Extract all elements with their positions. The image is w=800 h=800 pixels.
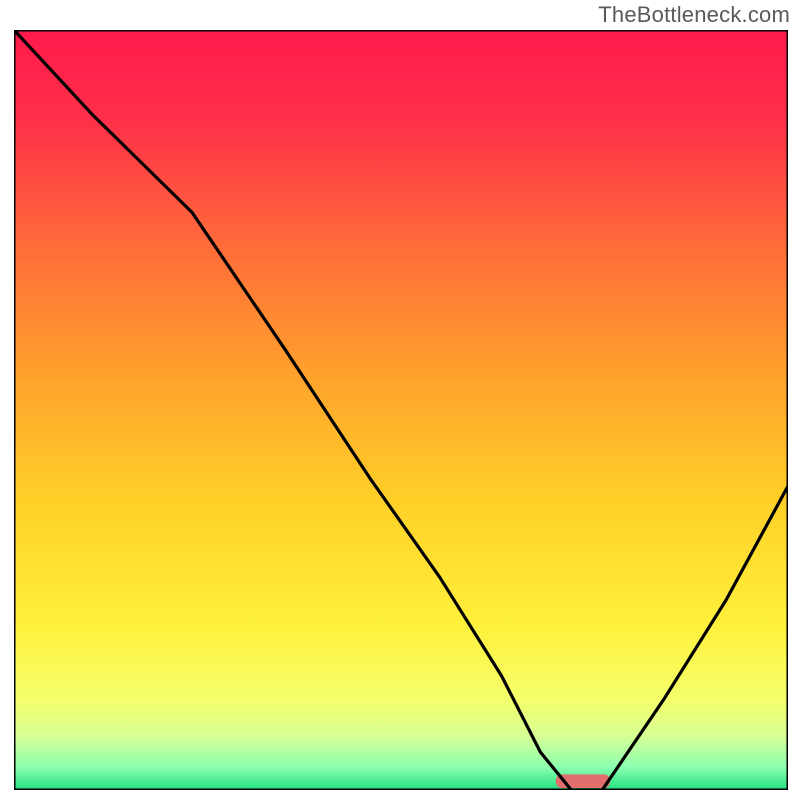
gradient-background xyxy=(14,30,788,790)
plot-svg xyxy=(14,30,788,790)
chart-container: TheBottleneck.com xyxy=(0,0,800,800)
bottleneck-plot xyxy=(14,30,788,790)
watermark-text: TheBottleneck.com xyxy=(598,2,790,28)
